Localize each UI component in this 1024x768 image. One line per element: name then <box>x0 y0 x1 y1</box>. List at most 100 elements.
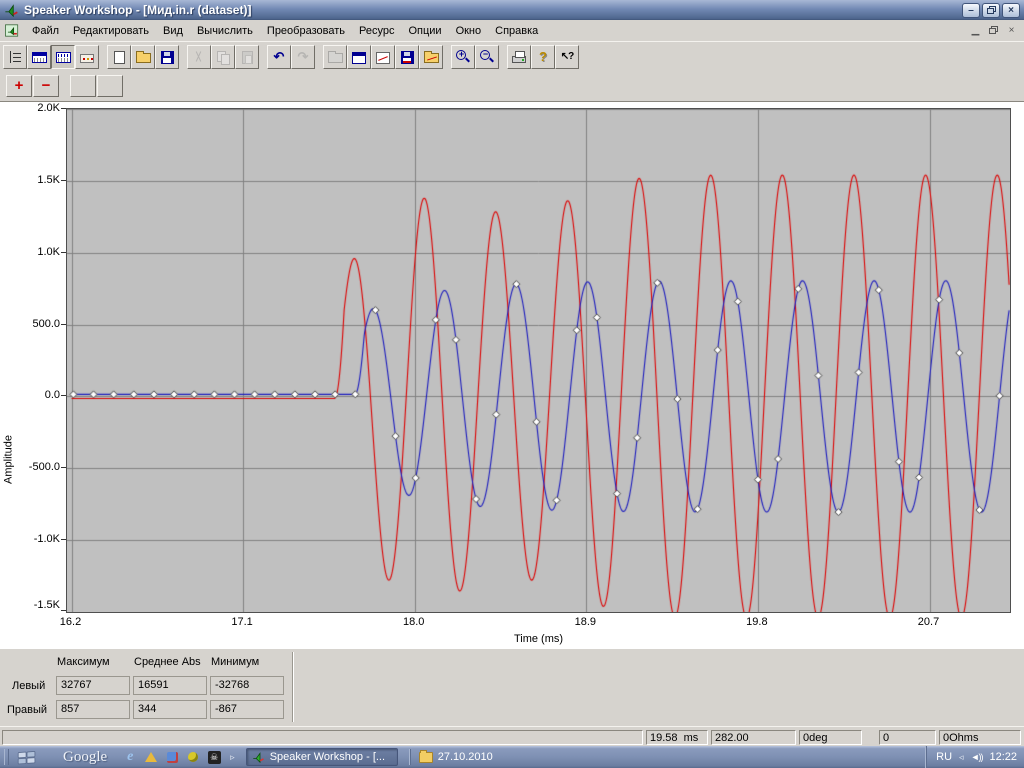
google-toolbar-label[interactable]: Google <box>63 749 107 766</box>
y-tick-mark <box>61 395 66 396</box>
mdi-restore-button[interactable] <box>985 24 1002 38</box>
taskbar-grip <box>4 749 9 765</box>
open-file-button[interactable] <box>131 45 155 69</box>
stat-left-mean-field[interactable]: 16591 <box>133 676 207 695</box>
menu-item-3[interactable]: Вычислить <box>190 22 260 40</box>
new-file-button[interactable] <box>107 45 131 69</box>
context-help-button[interactable]: ↖? <box>555 45 579 69</box>
x-tick-label: 19.8 <box>735 616 779 628</box>
menu-item-2[interactable]: Вид <box>156 22 190 40</box>
export-chart-button[interactable] <box>419 45 443 69</box>
mdi-minimize-button[interactable]: ▁ <box>967 24 984 38</box>
stat-left-min-field[interactable]: -32768 <box>210 676 284 695</box>
toolbar-separator <box>179 45 187 69</box>
menu-item-4[interactable]: Преобразовать <box>260 22 352 40</box>
quick-launch-bar: e☠ <box>123 746 221 768</box>
waveform-canvas[interactable] <box>67 109 1010 612</box>
volume-icon[interactable]: ◄)) <box>971 752 983 762</box>
help-button[interactable]: ? <box>531 45 555 69</box>
date-folder-icon <box>419 752 433 763</box>
menu-item-1[interactable]: Редактировать <box>66 22 156 40</box>
quick-launch-expand-icon[interactable]: ▹ <box>230 752 235 763</box>
cut-button[interactable] <box>187 45 211 69</box>
menu-item-6[interactable]: Опции <box>401 22 448 40</box>
close-button[interactable]: × <box>1002 3 1020 18</box>
paste-icon <box>242 51 253 64</box>
paste-button[interactable] <box>235 45 259 69</box>
quicklaunch-internet-explorer[interactable]: e <box>123 750 137 764</box>
import-button[interactable] <box>323 45 347 69</box>
stats-col-mean-abs: Среднее Abs <box>134 656 201 668</box>
status-phase: 0deg <box>799 730 862 745</box>
add-marker-button[interactable]: + <box>6 75 32 97</box>
stat-right-max-field[interactable]: 857 <box>56 700 130 719</box>
window-title: Speaker Workshop - [Мид.in.r (dataset)] <box>24 3 251 17</box>
quicklaunch-delphi[interactable] <box>144 750 158 764</box>
x-tick-label: 18.0 <box>392 616 436 628</box>
status-message-pane <box>2 730 643 745</box>
view-dataset-values-button[interactable] <box>27 45 51 69</box>
language-indicator[interactable]: RU <box>936 751 952 763</box>
taskbar-date-toolbar[interactable]: 27.10.2010 <box>410 749 493 765</box>
status-cursor-time: 19.58 ms <box>646 730 708 745</box>
x-tick-label: 20.7 <box>907 616 951 628</box>
status-impedance: 0Ohms <box>939 730 1021 745</box>
ds2-icon <box>56 52 71 63</box>
mdi-restore-icon <box>989 26 998 34</box>
view-dataset-grid-button[interactable] <box>51 45 75 69</box>
waveform-plot[interactable] <box>66 108 1011 613</box>
tree-icon <box>7 49 23 65</box>
menu-item-5[interactable]: Ресурс <box>352 22 401 40</box>
quicklaunch-messenger[interactable] <box>165 750 179 764</box>
x-axis-title: Time (ms) <box>66 633 1011 645</box>
save-chart-button[interactable] <box>395 45 419 69</box>
menu-item-7[interactable]: Окно <box>449 22 489 40</box>
mdi-close-button[interactable]: × <box>1003 24 1020 38</box>
redo-button[interactable]: ↷ <box>291 45 315 69</box>
y-tick-label: 1.5K <box>0 174 60 186</box>
taskbar-app-button[interactable]: Speaker Workshop - [... <box>246 748 398 766</box>
properties-button[interactable] <box>347 45 371 69</box>
clock[interactable]: 12:22 <box>989 751 1017 763</box>
undo-button[interactable]: ↶ <box>267 45 291 69</box>
print-button[interactable] <box>507 45 531 69</box>
stat-left-max-field[interactable]: 32767 <box>56 676 130 695</box>
stat-right-min-field[interactable]: -867 <box>210 700 284 719</box>
start-button[interactable] <box>17 750 37 765</box>
menu-item-0[interactable]: Файл <box>25 22 66 40</box>
zoom-out-button[interactable]: − <box>475 45 499 69</box>
restore-button[interactable] <box>982 3 1000 18</box>
floppy-chart-icon <box>401 51 414 64</box>
quicklaunch-icq[interactable] <box>186 750 200 764</box>
tray-collapse-icon[interactable]: ◃ <box>959 752 964 763</box>
zin-icon: + <box>455 49 471 65</box>
y-tick-mark <box>61 108 66 109</box>
status-cursor-value: 282.00 <box>711 730 796 745</box>
status-bar: 19.58 ms 282.00 0deg 0 0Ohms <box>0 726 1024 746</box>
system-tray: RU ◃ ◄)) 12:22 <box>926 746 1024 768</box>
toolbar-separator <box>315 45 323 69</box>
minimize-button[interactable]: – <box>962 3 980 18</box>
save-file-button[interactable] <box>155 45 179 69</box>
blank-2-button[interactable] <box>97 75 123 97</box>
x-tick-label: 18.9 <box>563 616 607 628</box>
stat-right-mean-field[interactable]: 344 <box>133 700 207 719</box>
chart-view-button[interactable] <box>371 45 395 69</box>
toolbar-separator <box>259 45 267 69</box>
blank-1-button[interactable] <box>70 75 96 97</box>
icq-icon <box>188 752 198 762</box>
ctx-help-icon: ↖? <box>559 49 575 65</box>
stats-divider <box>292 652 294 722</box>
help-icon: ? <box>535 49 551 65</box>
remove-marker-button[interactable]: − <box>33 75 59 97</box>
zoom-in-button[interactable]: + <box>451 45 475 69</box>
view-dataset-compact-button[interactable] <box>75 45 99 69</box>
y-tick-mark <box>61 180 66 181</box>
view-outline-button[interactable] <box>3 45 27 69</box>
delphi-icon <box>145 752 157 762</box>
quicklaunch-ghost[interactable]: ☠ <box>207 750 221 764</box>
menu-item-8[interactable]: Справка <box>488 22 545 40</box>
y-tick-mark <box>61 324 66 325</box>
copy-button[interactable] <box>211 45 235 69</box>
document-icon[interactable] <box>5 24 19 37</box>
